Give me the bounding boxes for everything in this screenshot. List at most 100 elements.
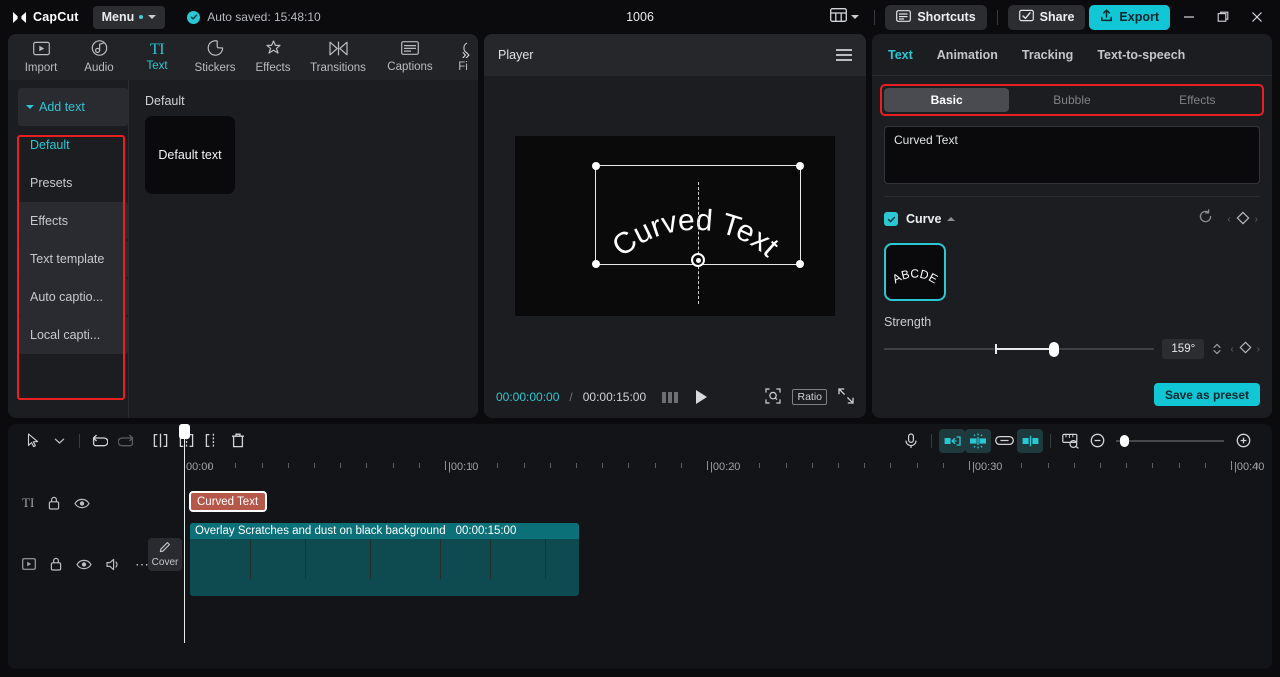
maximize-button[interactable] [1208,2,1238,32]
auto-adjust-icon[interactable] [965,428,991,453]
chevron-down-icon[interactable] [46,429,72,453]
tab-tracking[interactable]: Tracking [1022,48,1073,62]
tab-import[interactable]: Import [12,34,70,80]
ruler-tick [576,463,577,468]
reset-icon[interactable] [1198,209,1213,229]
strength-stepper[interactable] [1212,342,1222,356]
menu-button[interactable]: Menu [92,5,166,29]
default-text-card[interactable]: Default text [145,116,235,194]
resize-handle-tl[interactable] [592,162,600,170]
eye-icon[interactable] [76,559,92,570]
ruler-tick [995,463,997,468]
text-selection-box[interactable] [592,162,804,268]
zoom-thumb[interactable] [1120,434,1129,447]
strength-value-input[interactable]: 159° [1162,339,1205,359]
split-icon[interactable] [147,429,173,453]
more-tabs-icon[interactable]: » [462,47,470,62]
rotate-handle[interactable] [691,253,705,267]
play-icon[interactable] [696,390,708,404]
slider-thumb[interactable] [1048,342,1059,357]
keyframe-control[interactable]: ‹ › [1227,211,1258,228]
text-track-header: TI [8,483,140,523]
tab-text-properties[interactable]: Text [888,48,913,62]
quality-icon[interactable] [662,391,679,403]
keyframe-next-icon[interactable]: › [1255,214,1258,225]
segment-effects[interactable]: Effects [1135,88,1260,112]
timeline-ruler[interactable]: 00:00 |00:10 |00:20 |00:30 |00:40 [8,457,1272,483]
curve-preset-thumbnail[interactable]: ABCDE [884,243,946,301]
nav-item-default[interactable]: Default [18,126,128,164]
tab-effects[interactable]: Effects [244,34,302,80]
nav-item-effects[interactable]: Effects [18,202,128,240]
resize-handle-bl[interactable] [592,260,600,268]
curve-checkbox[interactable] [884,212,898,226]
tab-transitions[interactable]: Transitions [302,34,374,80]
zoom-in-icon[interactable] [1230,429,1256,453]
zoom-out-icon[interactable] [1084,429,1110,453]
nav-item-local-captions[interactable]: Local capti... [18,316,128,354]
segment-basic[interactable]: Basic [884,88,1010,112]
ruler-icon[interactable] [1058,429,1084,453]
resize-handle-tr[interactable] [796,162,804,170]
tab-captions[interactable]: Captions [374,34,446,80]
ruler-tick [1126,463,1128,468]
tab-text[interactable]: TI Text [128,34,186,80]
timeline-zoom-slider[interactable] [1116,434,1224,447]
undo-icon[interactable] [87,429,113,453]
video-clip[interactable]: Overlay Scratches and dust on black back… [190,523,579,596]
strength-keyframe-control[interactable]: ‹ › [1230,341,1260,357]
link-icon[interactable] [991,429,1017,453]
ratio-button[interactable]: Ratio [792,389,827,405]
close-button[interactable] [1242,2,1272,32]
trim-right-icon[interactable] [199,429,225,453]
strength-slider[interactable] [884,342,1155,357]
fullscreen-icon[interactable] [838,387,854,407]
delete-icon[interactable] [225,429,251,453]
keyframe-next-icon[interactable]: › [1257,344,1260,355]
text-icon: TI [149,41,165,58]
keyframe-icon[interactable] [1239,341,1252,357]
tab-text-to-speech[interactable]: Text-to-speech [1097,48,1185,62]
playhead[interactable] [179,424,190,643]
nav-item-auto-captions[interactable]: Auto captio... [18,278,128,316]
segment-bubble[interactable]: Bubble [1009,88,1134,112]
keyframe-prev-icon[interactable]: ‹ [1230,344,1233,355]
nav-item-text-template[interactable]: Text template [18,240,128,278]
cover-button[interactable]: Cover [148,538,182,571]
ruler-label: |00:40 [1234,461,1265,473]
minimize-button[interactable] [1174,2,1204,32]
nav-item-add-text[interactable]: Add text [18,88,128,126]
shortcuts-button[interactable]: Shortcuts [885,4,987,30]
keyframe-prev-icon[interactable]: ‹ [1227,214,1230,225]
share-button[interactable]: Share [1007,4,1086,30]
zoom-fit-icon[interactable] [765,387,782,407]
save-as-preset-button[interactable]: Save as preset [1153,383,1260,406]
video-canvas[interactable]: Curved Text [515,136,835,316]
select-tool-icon[interactable] [20,429,46,453]
chevron-up-icon[interactable] [947,217,956,221]
mirror-icon[interactable] [939,428,965,453]
hamburger-icon[interactable] [836,49,852,61]
lock-icon[interactable] [48,496,60,510]
eye-icon[interactable] [74,498,90,509]
text-clip[interactable]: Curved Text [189,491,267,512]
record-voice-icon[interactable] [898,429,924,453]
export-button[interactable]: Export [1089,4,1170,30]
tab-animation[interactable]: Animation [937,48,998,62]
brand-name: CapCut [33,10,79,24]
playhead-handle[interactable] [179,424,190,439]
layout-button[interactable] [825,5,864,29]
nav-item-presets[interactable]: Presets [18,164,128,202]
tab-audio[interactable]: Audio [70,34,128,80]
tab-stickers[interactable]: Stickers [186,34,244,80]
volume-icon[interactable] [106,558,121,571]
resize-handle-br[interactable] [796,260,804,268]
player-panel: Player Curved Text 00:00:00:00 / 00:00:1… [484,34,866,418]
video-clip-duration: 00:00:15:00 [455,525,517,537]
text-input-area[interactable]: Curved Text [884,126,1260,184]
divider [931,433,932,448]
align-icon[interactable] [1017,428,1043,453]
keyframe-icon[interactable] [1236,211,1250,228]
lock-icon[interactable] [50,557,62,571]
redo-icon[interactable] [113,429,139,453]
